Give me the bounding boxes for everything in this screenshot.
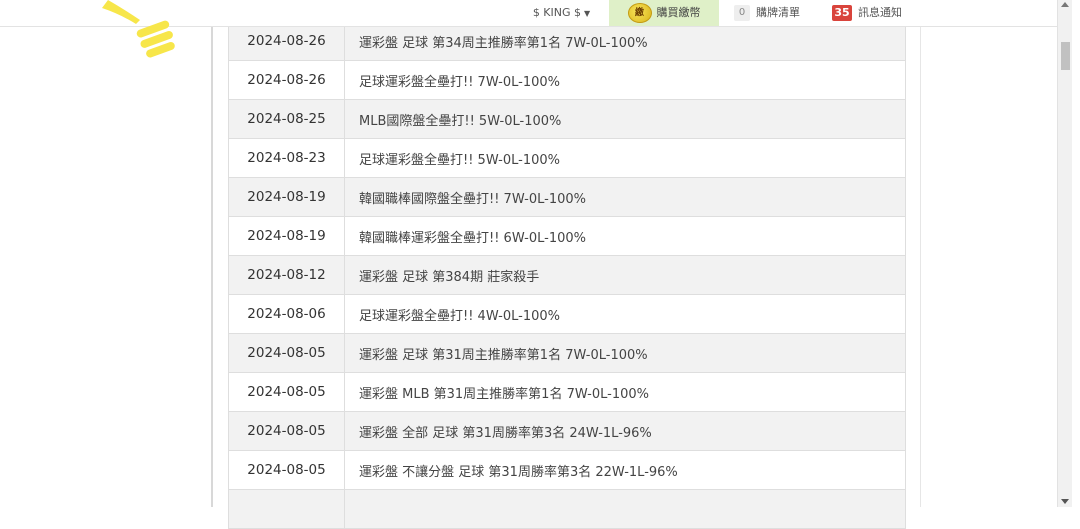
row-date: 2024-08-19	[228, 177, 345, 217]
row-title-link[interactable]: 運彩盤 不讓分盤 足球 第31周勝率第3名 22W-1L-96%	[344, 450, 906, 490]
row-date: 2024-08-05	[228, 411, 345, 451]
user-name: $ KING $	[532, 6, 582, 19]
row-date: 2024-08-05	[228, 372, 345, 412]
row-date: 2024-08-23	[228, 138, 345, 178]
row-date: 2024-08-12	[228, 255, 345, 295]
scroll-up-arrow-icon[interactable]	[1061, 2, 1069, 7]
row-date: 2024-08-25	[228, 99, 345, 139]
cart-label: 購牌清單	[756, 6, 800, 19]
chevron-down-icon: ▼	[584, 9, 591, 18]
row-date: 2024-08-06	[228, 294, 345, 334]
vertical-scrollbar[interactable]	[1057, 0, 1073, 507]
table-row[interactable]: 2024-08-19 韓國職棒運彩盤全壘打!! 6W-0L-100%	[228, 216, 906, 256]
notification-count-badge: 35	[832, 5, 852, 21]
row-title-link[interactable]: 運彩盤 MLB 第31周主推勝率第1名 7W-0L-100%	[344, 372, 906, 412]
user-menu-dropdown[interactable]: $ KING $ ▼	[519, 0, 604, 26]
row-title-link[interactable]: 韓國職棒國際盤全壘打!! 7W-0L-100%	[344, 177, 906, 217]
table-row[interactable]: 2024-08-05 運彩盤 不讓分盤 足球 第31周勝率第3名 22W-1L-9…	[228, 450, 906, 490]
row-title-link[interactable]	[344, 489, 906, 529]
buy-coins-label: 購買繳幣	[656, 6, 701, 19]
row-title-link[interactable]: 足球運彩盤全壘打!! 4W-0L-100%	[344, 294, 906, 334]
records-table: 2024-08-26 運彩盤 足球 第34周主推勝率第1名 7W-0L-100% 2…	[228, 21, 906, 529]
table-row[interactable]: 2024-08-05 運彩盤 全部 足球 第31周勝率第3名 24W-1L-96%	[228, 411, 906, 451]
row-title-link[interactable]: MLB國際盤全壘打!! 5W-0L-100%	[344, 99, 906, 139]
content-right-border	[920, 26, 921, 507]
window-edge	[1072, 0, 1080, 507]
row-title-link[interactable]: 足球運彩盤全壘打!! 5W-0L-100%	[344, 138, 906, 178]
table-row[interactable]: 2024-08-12 運彩盤 足球 第384期 莊家殺手	[228, 255, 906, 295]
row-date: 2024-08-26	[228, 21, 345, 61]
table-row[interactable]: 2024-08-25 MLB國際盤全壘打!! 5W-0L-100%	[228, 99, 906, 139]
notifications-link[interactable]: 35 訊息通知	[824, 0, 924, 26]
table-row[interactable]	[228, 489, 906, 529]
row-title-link[interactable]: 運彩盤 足球 第34周主推勝率第1名 7W-0L-100%	[344, 21, 906, 61]
decorative-bulb-icon	[100, 0, 180, 62]
row-date: 2024-08-05	[228, 450, 345, 490]
table-row[interactable]: 2024-08-19 韓國職棒國際盤全壘打!! 7W-0L-100%	[228, 177, 906, 217]
table-row[interactable]: 2024-08-23 足球運彩盤全壘打!! 5W-0L-100%	[228, 138, 906, 178]
row-date: 2024-08-05	[228, 333, 345, 373]
table-row[interactable]: 2024-08-26 運彩盤 足球 第34周主推勝率第1名 7W-0L-100%	[228, 21, 906, 61]
row-title-link[interactable]: 運彩盤 足球 第31周主推勝率第1名 7W-0L-100%	[344, 333, 906, 373]
scroll-thumb[interactable]	[1061, 42, 1070, 70]
cart-link[interactable]: 0 購牌清單	[726, 0, 822, 26]
content-left-border	[211, 26, 213, 507]
cart-count-badge: 0	[734, 5, 750, 21]
notifications-label: 訊息通知	[858, 6, 902, 19]
row-title-link[interactable]: 運彩盤 全部 足球 第31周勝率第3名 24W-1L-96%	[344, 411, 906, 451]
scroll-down-arrow-icon[interactable]	[1061, 499, 1069, 504]
row-date: 2024-08-26	[228, 60, 345, 100]
row-title-link[interactable]: 足球運彩盤全壘打!! 7W-0L-100%	[344, 60, 906, 100]
row-title-link[interactable]: 韓國職棒運彩盤全壘打!! 6W-0L-100%	[344, 216, 906, 256]
table-row[interactable]: 2024-08-05 運彩盤 MLB 第31周主推勝率第1名 7W-0L-100%	[228, 372, 906, 412]
row-date	[228, 489, 345, 529]
records-table-container: 2024-08-26 運彩盤 足球 第34周主推勝率第1名 7W-0L-100% 2…	[228, 21, 906, 529]
row-date: 2024-08-19	[228, 216, 345, 256]
table-row[interactable]: 2024-08-06 足球運彩盤全壘打!! 4W-0L-100%	[228, 294, 906, 334]
coin-icon: 繳	[627, 3, 652, 23]
table-row[interactable]: 2024-08-05 運彩盤 足球 第31周主推勝率第1名 7W-0L-100%	[228, 333, 906, 373]
buy-coins-button[interactable]: 繳 購買繳幣	[609, 0, 719, 26]
row-title-link[interactable]: 運彩盤 足球 第384期 莊家殺手	[344, 255, 906, 295]
table-row[interactable]: 2024-08-26 足球運彩盤全壘打!! 7W-0L-100%	[228, 60, 906, 100]
